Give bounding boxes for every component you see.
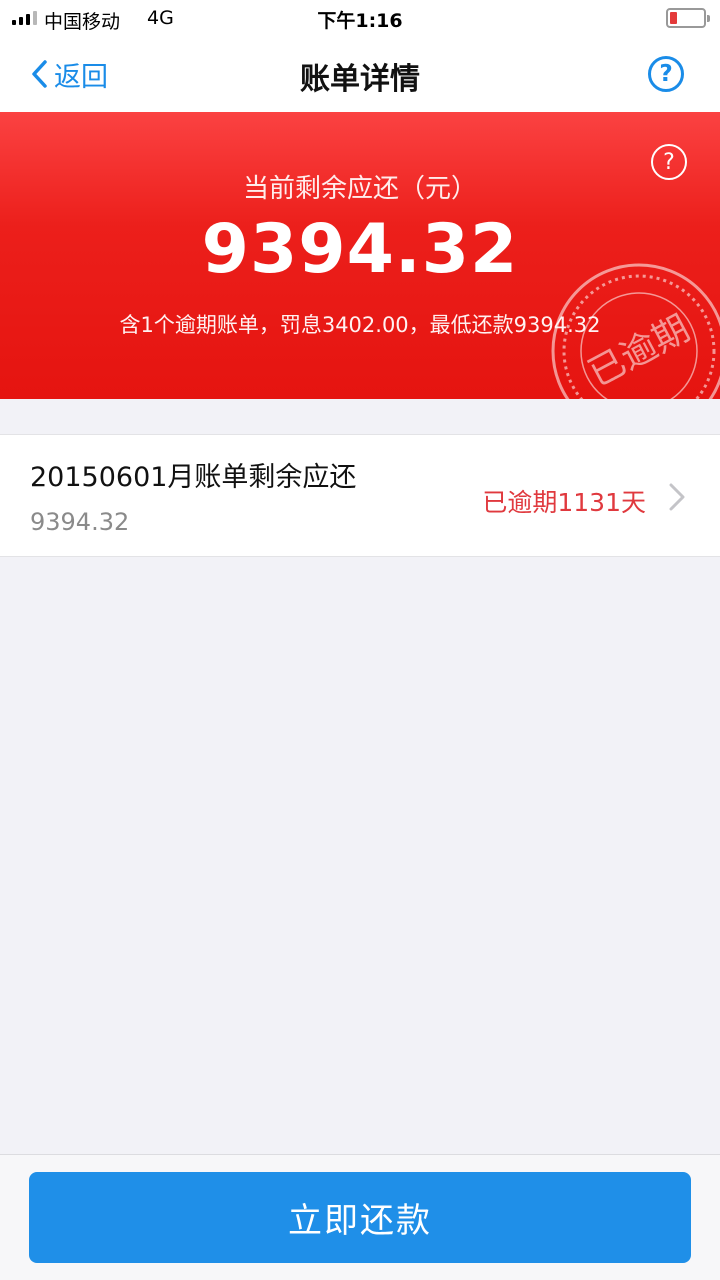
- bill-amount: 9394.32: [30, 508, 130, 536]
- bill-row[interactable]: 20150601月账单剩余应还 9394.32 已逾期1131天: [0, 434, 720, 557]
- pay-now-button[interactable]: 立即还款: [29, 1172, 691, 1263]
- balance-summary: ? 当前剩余应还（元） 9394.32 含1个逾期账单，罚息3402.00，最低…: [0, 112, 720, 399]
- question-circle-icon[interactable]: ?: [648, 56, 684, 92]
- stamp-text: 已逾期: [582, 308, 697, 395]
- footer-bar: 立即还款: [0, 1154, 720, 1280]
- overdue-status: 已逾期1131天: [482, 488, 646, 517]
- battery-low-icon: [666, 8, 710, 28]
- nav-bar: 返回 账单详情 ?: [0, 36, 720, 112]
- status-time: 下午1:16: [317, 10, 403, 32]
- remaining-due-label: 当前剩余应还（元）: [242, 174, 477, 204]
- chevron-right-icon: [669, 483, 685, 511]
- overdue-stamp-icon: 已逾期: [551, 263, 720, 399]
- bill-title: 20150601月账单剩余应还: [30, 462, 357, 493]
- page-title: 账单详情: [300, 62, 420, 97]
- status-bar: 中国移动 4G 下午1:16: [0, 0, 720, 36]
